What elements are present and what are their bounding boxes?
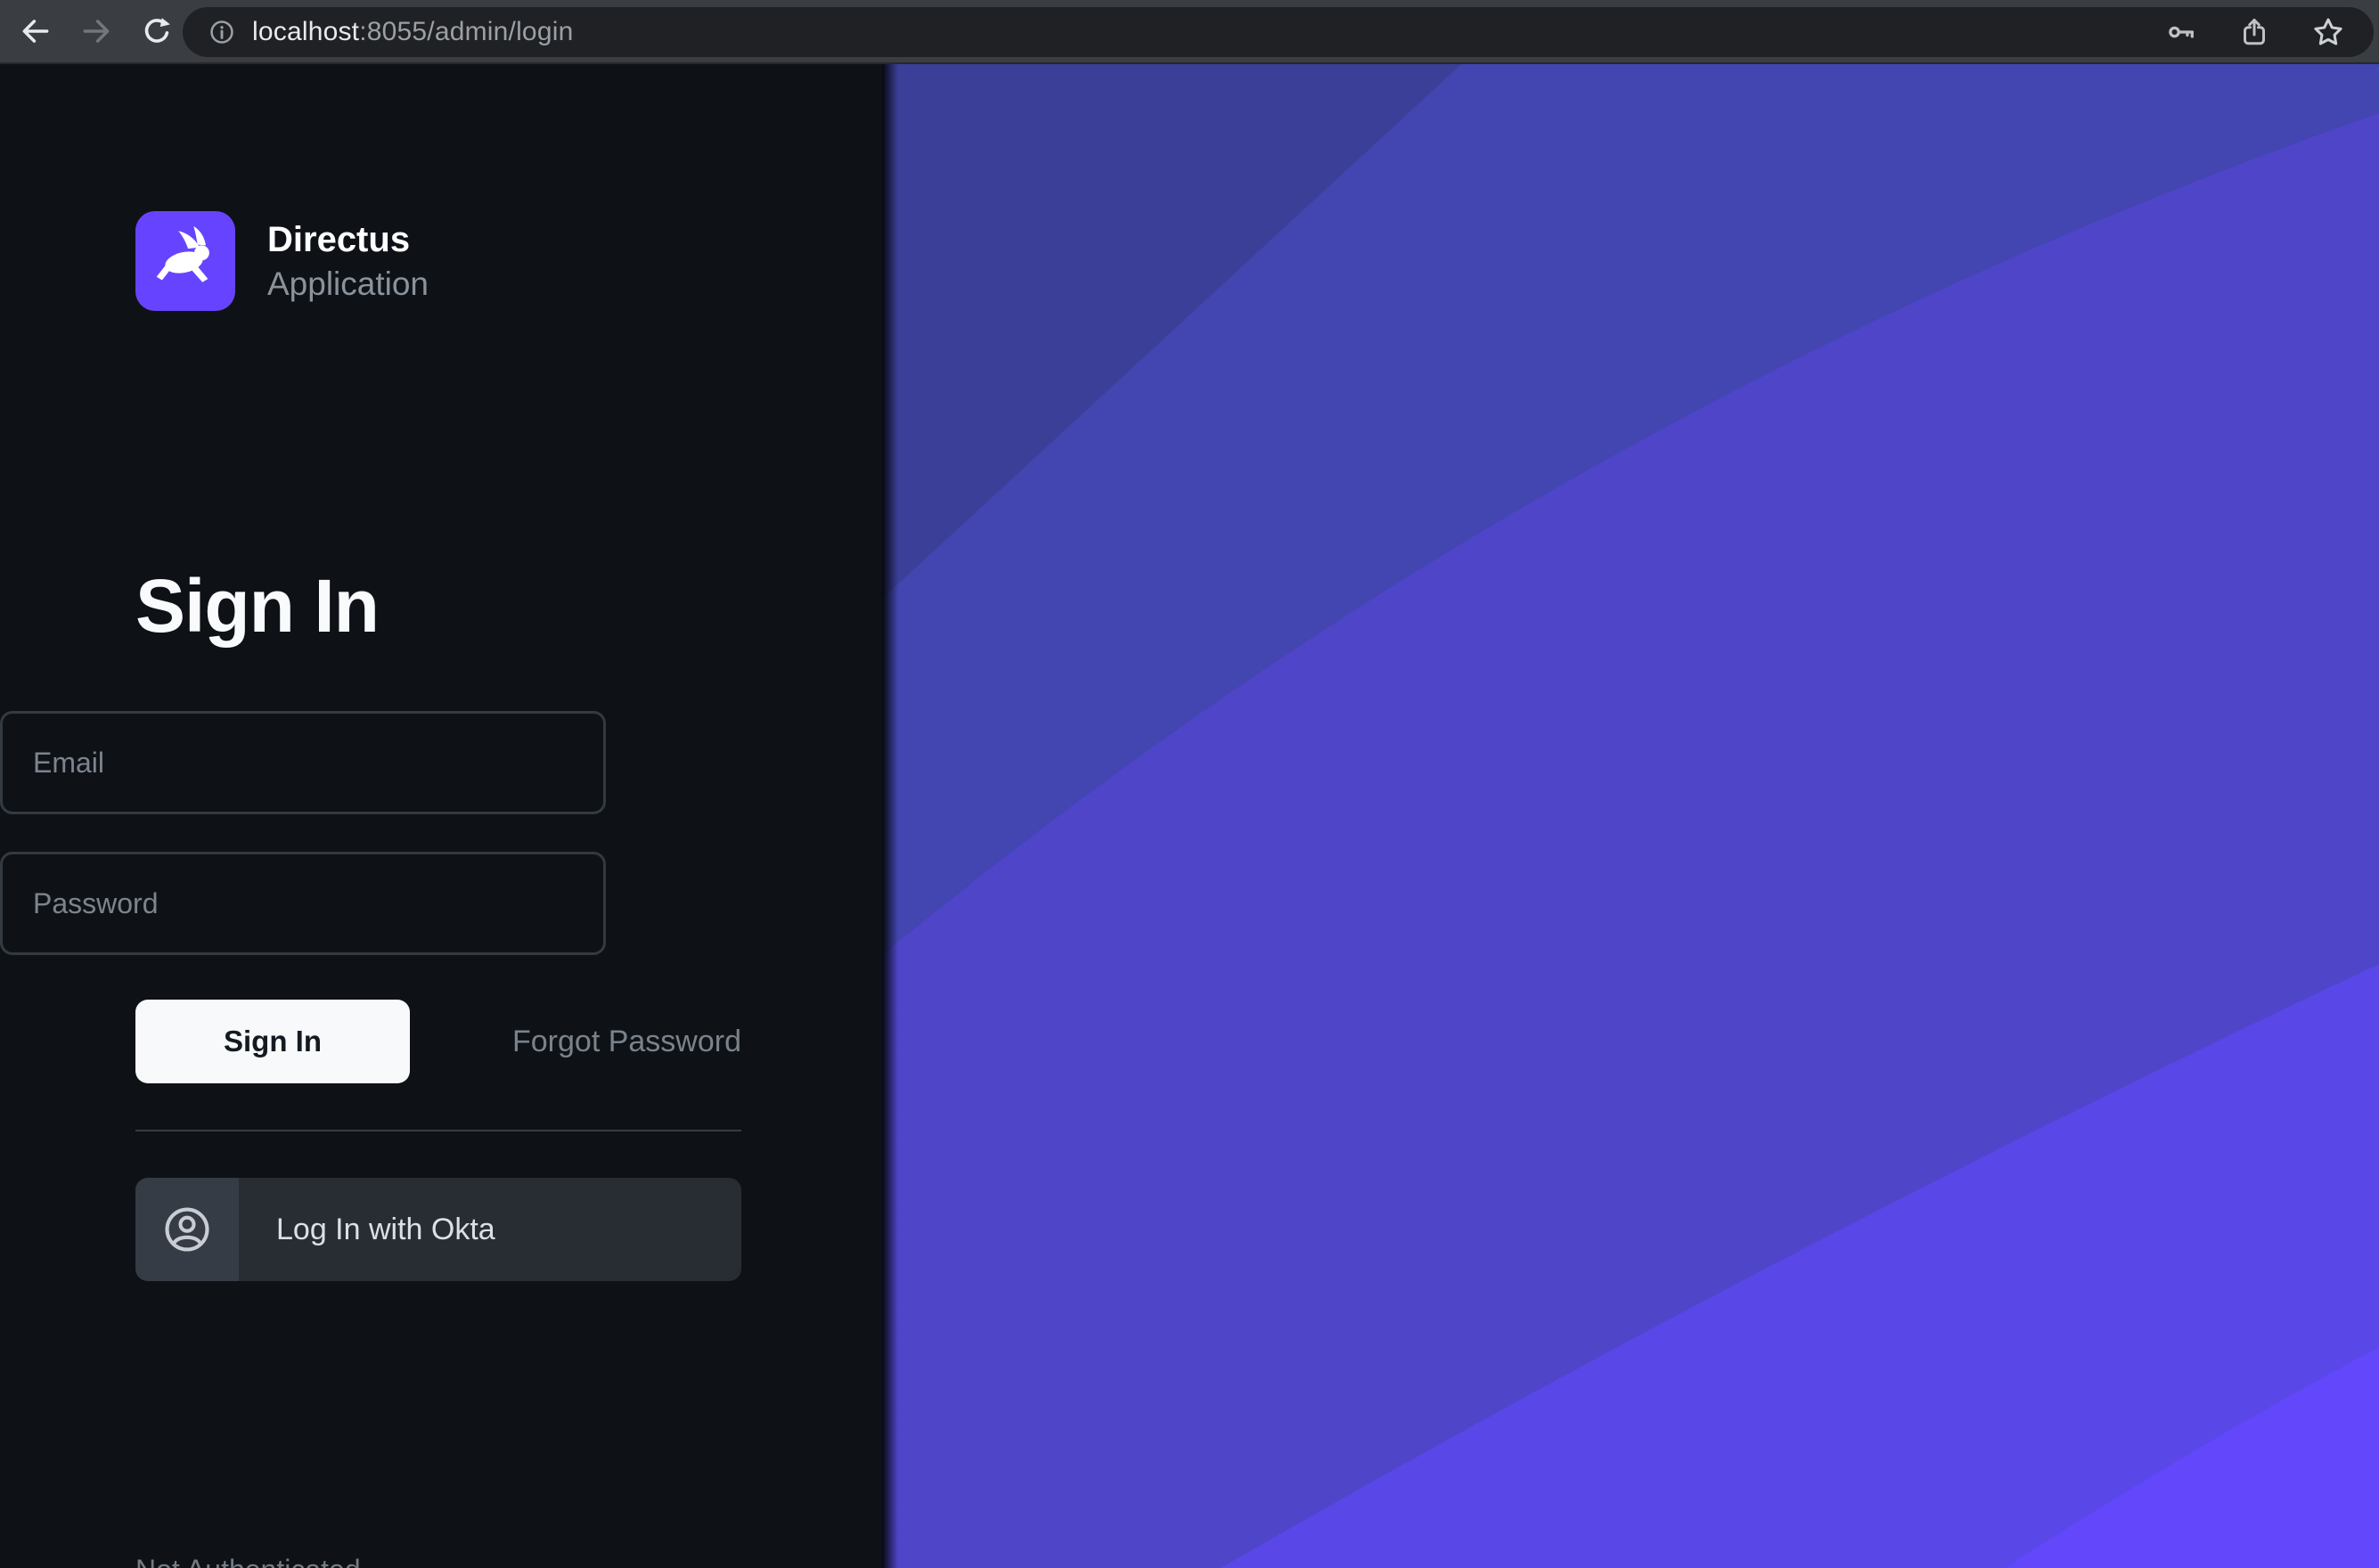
omnibox-right-icons <box>2165 15 2349 49</box>
reload-button[interactable] <box>137 12 176 51</box>
brand-name: Directus <box>267 219 429 260</box>
site-info-icon[interactable] <box>208 18 236 46</box>
leaping-rabbit-icon <box>147 223 224 299</box>
url-path: :8055/admin/login <box>359 17 573 46</box>
forgot-password-link[interactable]: Forgot Password <box>512 1000 741 1083</box>
url-text[interactable]: localhost:8055/admin/login <box>252 17 573 47</box>
url-host: localhost <box>252 17 359 46</box>
divider <box>135 1130 741 1131</box>
nav-button-group <box>0 12 176 51</box>
password-field[interactable] <box>0 852 606 955</box>
address-bar[interactable]: localhost:8055/admin/login <box>183 7 2374 57</box>
reload-icon <box>140 14 174 48</box>
forward-icon <box>79 14 113 48</box>
share-icon[interactable] <box>2238 16 2270 48</box>
account-circle-icon <box>161 1204 213 1255</box>
artwork-panel <box>882 64 2379 1568</box>
okta-icon-cell <box>135 1178 239 1281</box>
auth-status: Not Authenticated <box>135 1554 741 1568</box>
action-row: Sign In Forgot Password <box>135 1000 741 1083</box>
panel-edge-shadow <box>882 64 898 1568</box>
bookmark-star-icon[interactable] <box>2311 15 2345 49</box>
brand-subtitle: Application <box>267 265 429 304</box>
brand-block: Directus Application <box>135 211 741 311</box>
page-title: Sign In <box>135 563 741 649</box>
back-button[interactable] <box>16 12 55 51</box>
browser-window: localhost:8055/admin/login <box>0 0 2379 1568</box>
back-icon <box>19 14 53 48</box>
brand-text: Directus Application <box>267 219 429 304</box>
login-panel: Directus Application Sign In Sign In For… <box>0 64 882 1568</box>
sign-in-button[interactable]: Sign In <box>135 1000 410 1083</box>
email-field[interactable] <box>0 711 606 814</box>
browser-toolbar: localhost:8055/admin/login <box>0 0 2379 64</box>
forward-button[interactable] <box>77 12 116 51</box>
passwords-key-icon[interactable] <box>2165 16 2197 48</box>
okta-label: Log In with Okta <box>276 1178 495 1281</box>
directus-logo <box>135 211 235 311</box>
okta-login-button[interactable]: Log In with Okta <box>135 1178 741 1281</box>
gradient-bands-graphic <box>882 64 2379 1568</box>
page-content: Directus Application Sign In Sign In For… <box>0 64 2379 1568</box>
